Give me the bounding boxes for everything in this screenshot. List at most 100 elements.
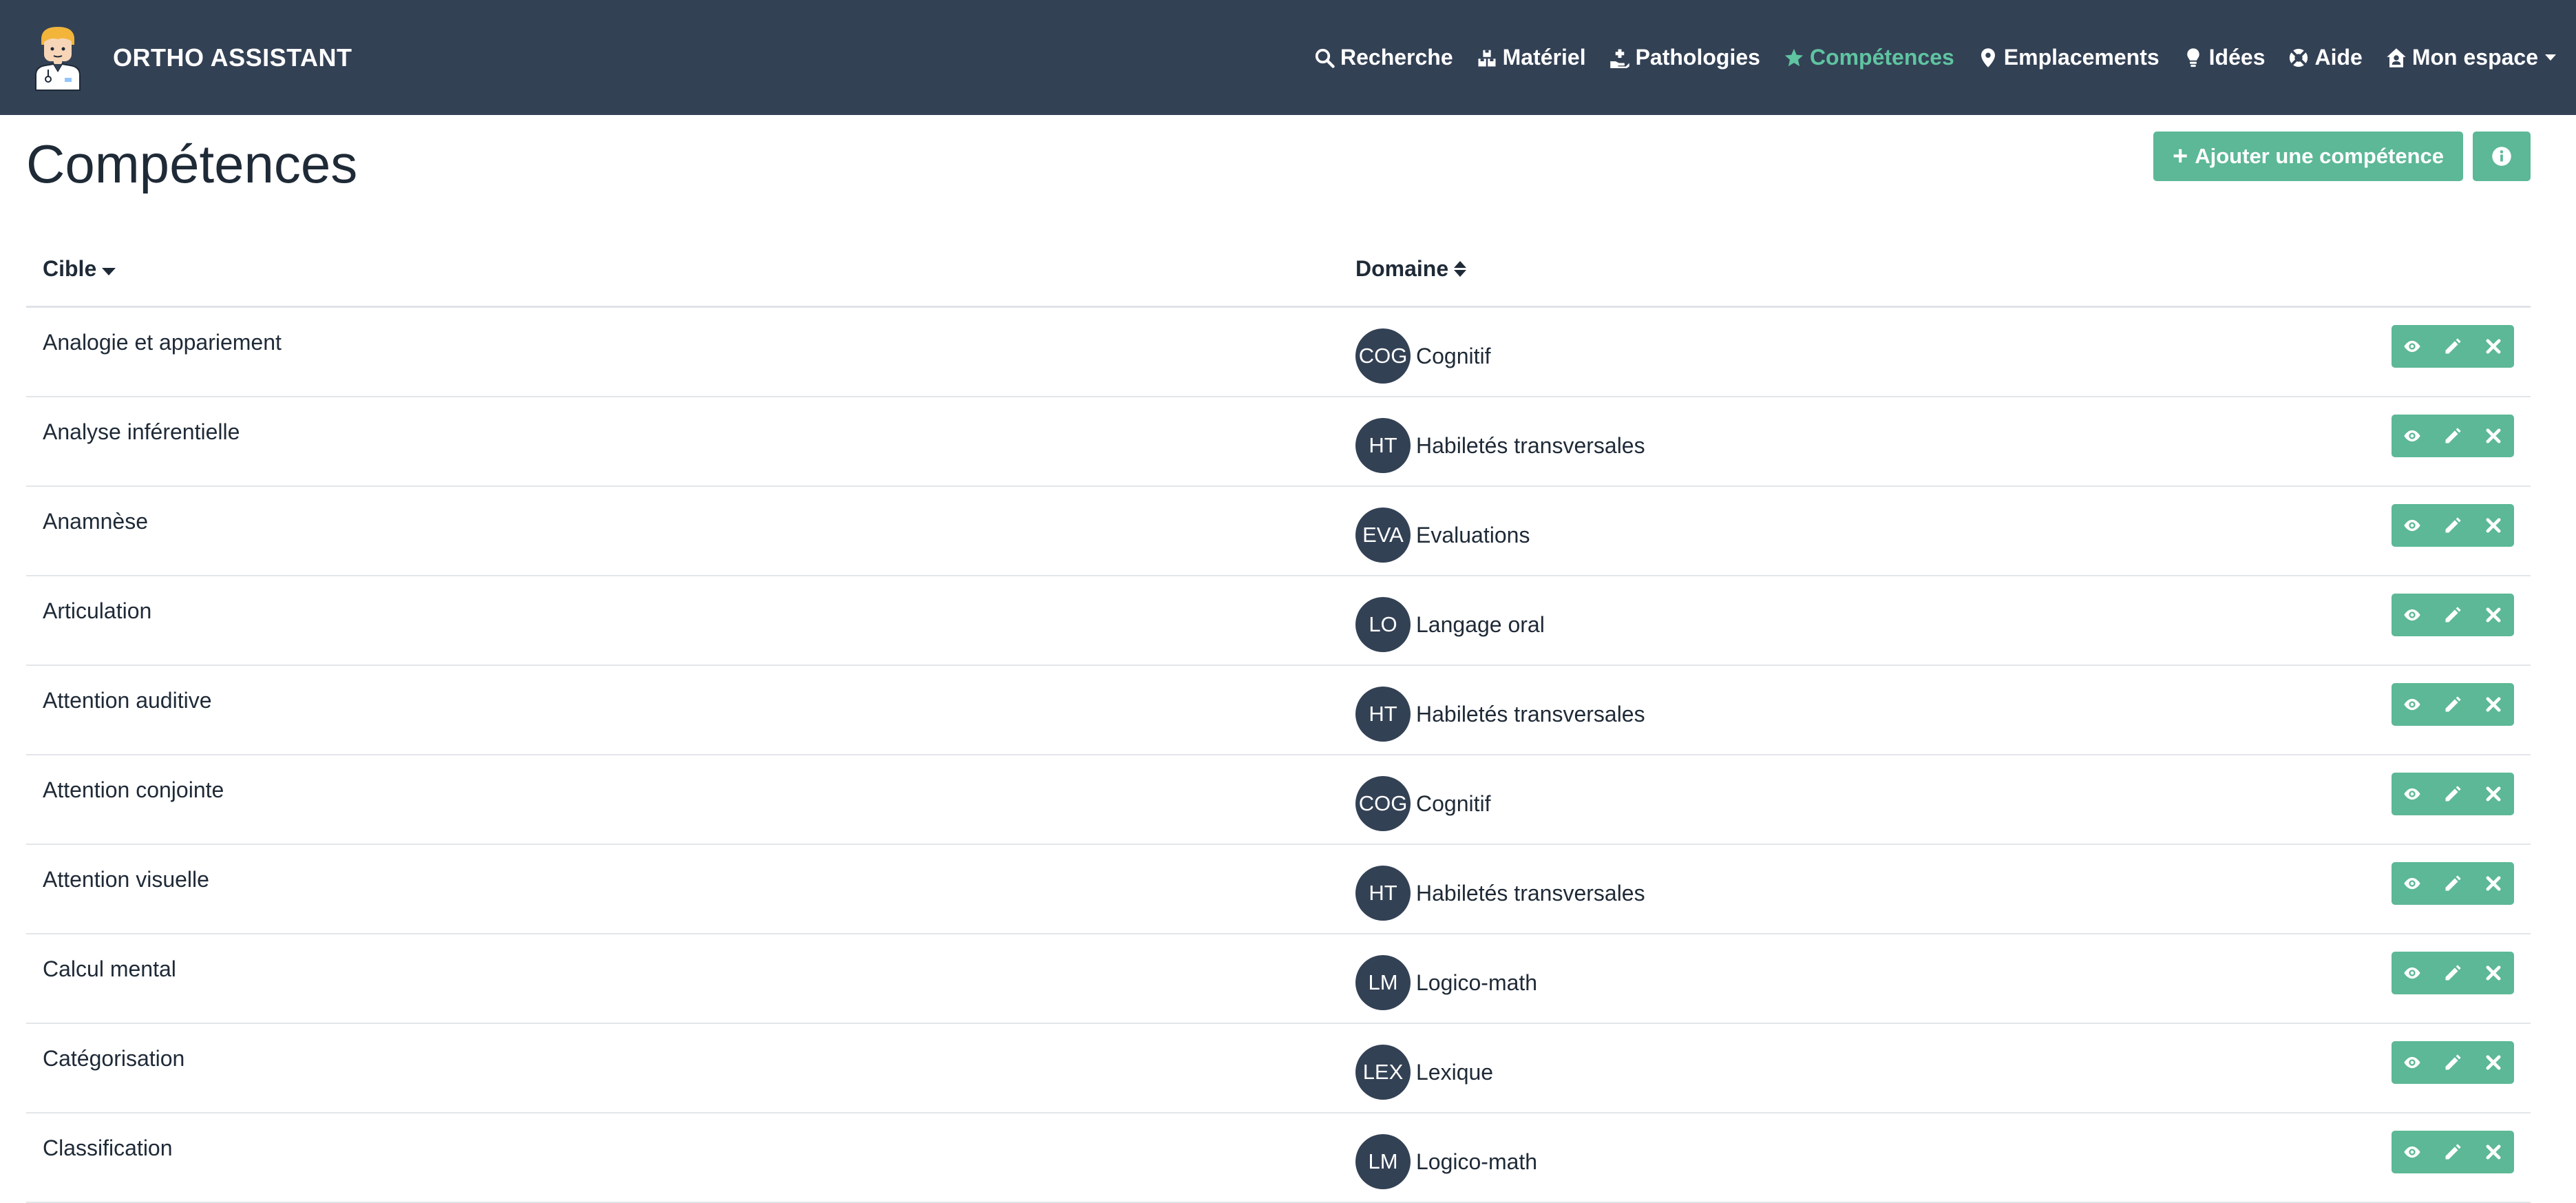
competences-table: Cible Domaine Analogie et appariement CO… (26, 232, 2531, 1203)
delete-button[interactable] (2473, 594, 2514, 636)
nav-materiel[interactable]: Matériel (1477, 45, 1586, 70)
hand-holding-medical-icon (1609, 49, 1629, 68)
nav-materiel-label: Matériel (1502, 45, 1586, 70)
nav-pathologies[interactable]: Pathologies (1609, 45, 1760, 70)
nav-emplacements[interactable]: Emplacements (1978, 45, 2160, 70)
life-ring-icon (2290, 48, 2308, 67)
nav-idees[interactable]: Idées (2183, 45, 2266, 70)
brand[interactable]: ORTHO ASSISTANT (32, 24, 352, 92)
domaine-cell: HT Habiletés transversales (1355, 666, 1645, 754)
row-actions (2392, 952, 2514, 994)
view-button[interactable] (2392, 952, 2432, 994)
sort-icon (1454, 261, 1467, 277)
edit-button[interactable] (2432, 504, 2473, 547)
row-actions (2392, 862, 2514, 905)
cible-cell: Analogie et appariement (43, 330, 282, 355)
nav-idees-label: Idées (2208, 45, 2266, 70)
delete-button[interactable] (2473, 504, 2514, 547)
table-row: Attention auditive HT Habiletés transver… (26, 666, 2531, 755)
table-row: Analyse inférentielle HT Habiletés trans… (26, 397, 2531, 487)
cible-cell: Attention auditive (43, 688, 212, 713)
row-actions (2392, 594, 2514, 636)
page-header: Compétences + Ajouter une compétence (0, 115, 2576, 232)
delete-button[interactable] (2473, 1131, 2514, 1173)
nav-recherche-label: Recherche (1340, 45, 1453, 70)
chevron-down-icon (2545, 54, 2556, 61)
edit-button[interactable] (2432, 952, 2473, 994)
view-button[interactable] (2392, 325, 2432, 368)
edit-button[interactable] (2432, 773, 2473, 815)
view-button[interactable] (2392, 1041, 2432, 1084)
sort-desc-icon (102, 268, 116, 275)
row-actions (2392, 325, 2514, 368)
row-actions (2392, 1041, 2514, 1084)
main-nav: Recherche Matériel Pathologies Compétenc… (1291, 45, 2556, 70)
star-icon (1784, 48, 1804, 66)
map-marker-icon (1981, 48, 1995, 67)
view-button[interactable] (2392, 1131, 2432, 1173)
domaine-label: Logico-math (1416, 970, 1538, 995)
close-icon (2486, 428, 2501, 443)
domaine-cell: LEX Lexique (1355, 1024, 1493, 1112)
close-icon (2486, 876, 2501, 891)
add-competence-button[interactable]: + Ajouter une compétence (2153, 132, 2463, 181)
view-button[interactable] (2392, 415, 2432, 457)
row-actions (2392, 504, 2514, 547)
close-icon (2486, 607, 2501, 623)
domaine-badge: COG (1355, 776, 1411, 831)
eye-icon (2403, 609, 2420, 621)
cible-cell: Attention visuelle (43, 867, 209, 892)
close-icon (2486, 1144, 2501, 1160)
delete-button[interactable] (2473, 773, 2514, 815)
domaine-cell: LM Logico-math (1355, 1113, 1537, 1202)
close-icon (2486, 786, 2501, 802)
row-actions (2392, 415, 2514, 457)
domaine-label: Evaluations (1416, 522, 1530, 547)
close-icon (2486, 965, 2501, 981)
delete-button[interactable] (2473, 952, 2514, 994)
domaine-badge: COG (1355, 328, 1411, 384)
edit-button[interactable] (2432, 862, 2473, 905)
view-button[interactable] (2392, 773, 2432, 815)
delete-button[interactable] (2473, 325, 2514, 368)
delete-button[interactable] (2473, 415, 2514, 457)
edit-button[interactable] (2432, 415, 2473, 457)
view-button[interactable] (2392, 594, 2432, 636)
nav-mon-espace[interactable]: Mon espace (2386, 45, 2556, 70)
nav-competences[interactable]: Compétences (1784, 45, 1954, 70)
eye-icon (2403, 967, 2420, 979)
header-actions: + Ajouter une compétence (2153, 132, 2531, 181)
edit-button[interactable] (2432, 683, 2473, 726)
edit-button[interactable] (2432, 325, 2473, 368)
edit-button[interactable] (2432, 1131, 2473, 1173)
table-row: Anamnèse EVA Evaluations (26, 487, 2531, 576)
info-button[interactable] (2473, 132, 2531, 181)
pencil-icon (2445, 517, 2461, 533)
column-header-cible[interactable]: Cible (26, 256, 1355, 282)
view-button[interactable] (2392, 504, 2432, 547)
delete-button[interactable] (2473, 1041, 2514, 1084)
doctor-avatar-logo (35, 26, 81, 91)
eye-icon (2403, 340, 2420, 353)
domaine-label: Lexique (1416, 1059, 1494, 1085)
domaine-label: Habiletés transversales (1416, 880, 1645, 906)
house-user-icon (2387, 48, 2406, 67)
domaine-label: Habiletés transversales (1416, 701, 1645, 726)
delete-button[interactable] (2473, 683, 2514, 726)
search-icon (1315, 48, 1335, 68)
nav-competences-label: Compétences (1809, 45, 1954, 70)
nav-aide[interactable]: Aide (2288, 45, 2363, 70)
delete-button[interactable] (2473, 862, 2514, 905)
view-button[interactable] (2392, 683, 2432, 726)
edit-button[interactable] (2432, 1041, 2473, 1084)
edit-button[interactable] (2432, 594, 2473, 636)
column-header-domaine[interactable]: Domaine (1355, 256, 1467, 282)
nav-recherche[interactable]: Recherche (1314, 45, 1453, 70)
table-row: Attention visuelle HT Habiletés transver… (26, 845, 2531, 934)
pencil-icon (2445, 1054, 2461, 1070)
pencil-icon (2445, 786, 2461, 802)
cible-cell: Articulation (43, 598, 152, 623)
row-actions (2392, 773, 2514, 815)
add-competence-label: Ajouter une compétence (2195, 144, 2444, 168)
view-button[interactable] (2392, 862, 2432, 905)
